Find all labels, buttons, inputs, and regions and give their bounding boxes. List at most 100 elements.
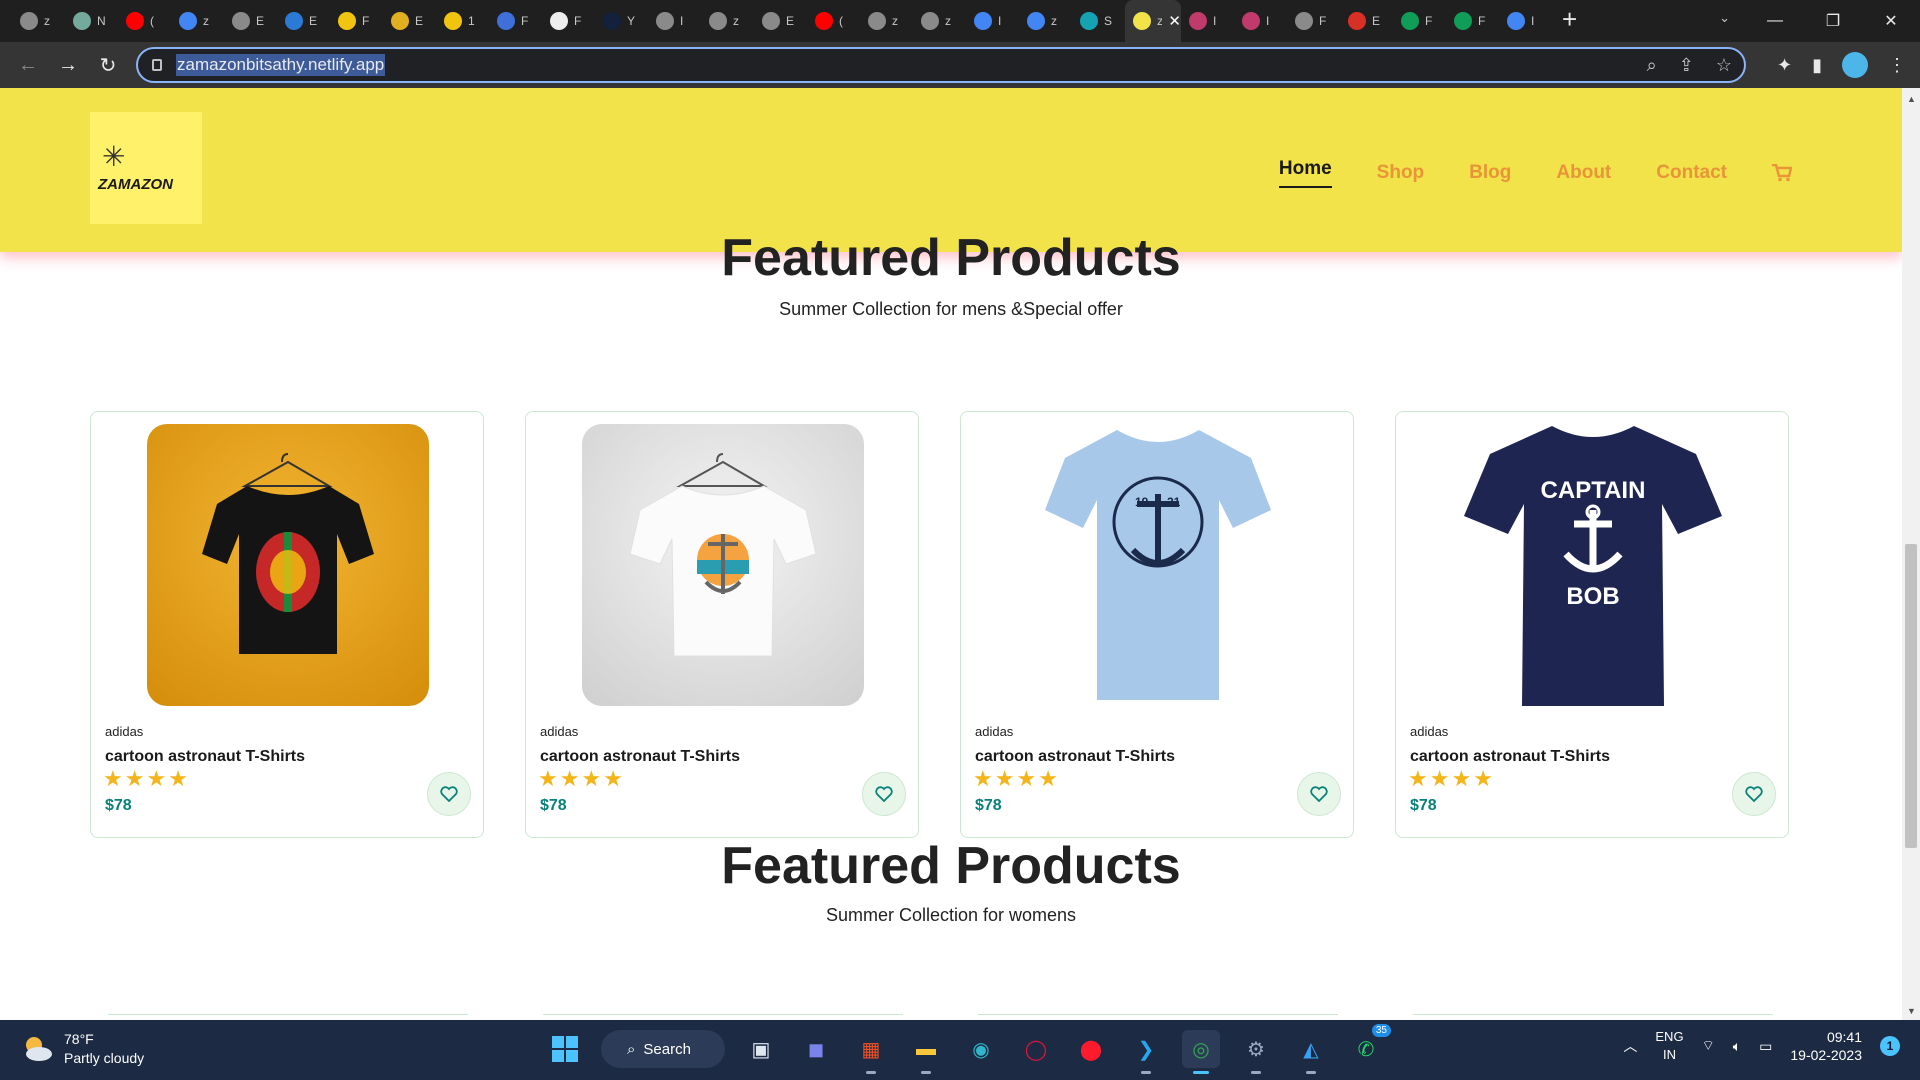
task-view-button[interactable]: ▣ [742, 1030, 780, 1068]
product-card[interactable]: adidas cartoon astronaut T-Shirts ★★★★ $… [525, 411, 919, 838]
browser-tab[interactable]: S [1072, 0, 1125, 42]
browser-tab[interactable]: I [1499, 0, 1552, 42]
browser-tab[interactable]: N [65, 0, 118, 42]
close-tab-icon[interactable]: ✕ [1168, 12, 1181, 30]
file-explorer-button[interactable]: ▬ [907, 1030, 945, 1074]
nav-shop[interactable]: Shop [1377, 162, 1425, 184]
back-button[interactable]: ← [8, 54, 48, 77]
volume-icon[interactable]: 🔈︎ [1733, 1038, 1741, 1055]
tab-favicon [1295, 12, 1313, 30]
language-code: ENG [1655, 1029, 1684, 1044]
weather-widget[interactable]: 78°F Partly cloudy [20, 1030, 144, 1068]
browser-tab[interactable]: F [1446, 0, 1499, 42]
tab-search-icon[interactable]: ⌄ [1719, 10, 1730, 26]
browser-tab[interactable]: z [701, 0, 754, 42]
browser-tab[interactable]: z [12, 0, 65, 42]
whatsapp-button[interactable]: ✆ 35 [1347, 1024, 1391, 1068]
browser-tab[interactable]: F [1393, 0, 1446, 42]
browser-tab[interactable]: z [1019, 0, 1072, 42]
shopping-cart-icon[interactable] [1772, 164, 1792, 182]
product-card[interactable]: CAPTAIN BOB adidas cartoon astronaut T-S… [1395, 411, 1789, 838]
scroll-thumb[interactable] [1905, 544, 1917, 848]
share-icon[interactable]: ⇪ [1679, 55, 1694, 76]
wishlist-button[interactable] [862, 772, 906, 816]
site-logo[interactable]: ✳ ZAMAZON [90, 112, 202, 224]
photos-button[interactable]: ◭ [1292, 1030, 1330, 1074]
address-bar[interactable]: zamazonbitsathy.netlify.app ⌕ ⇪ ☆ [136, 47, 1746, 83]
browser-tab[interactable]: I [1181, 0, 1234, 42]
browser-tab[interactable]: E [754, 0, 807, 42]
browser-tab[interactable]: E [1340, 0, 1393, 42]
browser-tab[interactable]: z [860, 0, 913, 42]
nav-blog[interactable]: Blog [1469, 162, 1511, 184]
battery-icon[interactable]: ▭ [1759, 1038, 1772, 1055]
product-name[interactable]: cartoon astronaut T-Shirts [975, 748, 1175, 766]
teams-chat-button[interactable]: ◼ [797, 1030, 835, 1068]
browser-tab[interactable]: I [648, 0, 701, 42]
minimize-button[interactable]: — [1746, 12, 1804, 30]
browser-tab[interactable]: z [913, 0, 966, 42]
browser-tab[interactable]: F [542, 0, 595, 42]
restore-button[interactable]: ❐ [1804, 11, 1862, 31]
page-scrollbar[interactable]: ▲ ▼ [1902, 88, 1920, 1020]
taskbar-apps: ⌕ Search ▣ ◼ ▦ ▬ ◉ ◯ ⬤ ❯ ◎ ⚙ ◭ ✆ 35 [546, 1024, 1391, 1074]
product-name[interactable]: cartoon astronaut T-Shirts [1410, 748, 1610, 766]
store-button[interactable]: ▦ [852, 1030, 890, 1074]
bookmark-star-icon[interactable]: ☆ [1716, 55, 1732, 76]
profile-avatar[interactable] [1842, 52, 1868, 78]
language-indicator[interactable]: ENG IN [1655, 1028, 1683, 1064]
product-name[interactable]: cartoon astronaut T-Shirts [540, 748, 740, 766]
vscode-button[interactable]: ❯ [1127, 1030, 1165, 1074]
browser-tab[interactable]: I [966, 0, 1019, 42]
extensions-icon[interactable]: ✦ [1777, 55, 1792, 76]
new-tab-button[interactable]: + [1562, 4, 1577, 35]
browser-tab[interactable]: E [383, 0, 436, 42]
url-text[interactable]: zamazonbitsathy.netlify.app [176, 54, 386, 76]
menu-kebab-icon[interactable]: ⋮ [1888, 55, 1906, 76]
browser-tab[interactable]: Y [595, 0, 648, 42]
nav-about[interactable]: About [1556, 162, 1611, 184]
forward-button[interactable]: → [48, 54, 88, 77]
clock[interactable]: 09:41 19-02-2023 [1790, 1028, 1862, 1064]
product-card[interactable]: adidas cartoon astronaut T-Shirts ★★★★ $… [90, 411, 484, 838]
browser-tab[interactable]: E [277, 0, 330, 42]
taskbar-search[interactable]: ⌕ Search [601, 1030, 725, 1068]
wifi-icon[interactable]: ⌔ [1702, 1037, 1715, 1055]
product-image[interactable]: 19 21 [1017, 424, 1299, 706]
browser-tab[interactable]: ( [118, 0, 171, 42]
edge-button[interactable]: ◉ [962, 1030, 1000, 1068]
reload-button[interactable]: ↻ [88, 53, 128, 78]
product-name[interactable]: cartoon astronaut T-Shirts [105, 748, 305, 766]
opera-button[interactable]: ⬤ [1072, 1030, 1110, 1068]
browser-tab[interactable]: ( [807, 0, 860, 42]
tab-active[interactable]: z ✕ [1125, 0, 1181, 42]
close-window-button[interactable]: ✕ [1862, 11, 1920, 31]
wishlist-button[interactable] [1732, 772, 1776, 816]
scroll-up-icon[interactable]: ▲ [1907, 94, 1916, 104]
side-panel-icon[interactable]: ▮ [1812, 55, 1822, 76]
product-image[interactable] [147, 424, 429, 706]
opera-gx-button[interactable]: ◯ [1017, 1030, 1055, 1068]
nav-home[interactable]: Home [1278, 158, 1332, 188]
notification-badge[interactable]: 1 [1880, 1036, 1900, 1056]
chrome-button[interactable]: ◎ [1182, 1030, 1220, 1074]
lock-icon[interactable] [152, 59, 162, 71]
settings-button[interactable]: ⚙ [1237, 1030, 1275, 1074]
browser-tab[interactable]: E [224, 0, 277, 42]
browser-tab[interactable]: F [489, 0, 542, 42]
nav-contact[interactable]: Contact [1656, 162, 1727, 184]
wishlist-button[interactable] [427, 772, 471, 816]
product-image[interactable]: CAPTAIN BOB [1452, 424, 1734, 706]
browser-tab[interactable]: F [330, 0, 383, 42]
zoom-icon[interactable]: ⌕ [1647, 55, 1657, 76]
scroll-down-icon[interactable]: ▼ [1907, 1006, 1916, 1016]
wishlist-button[interactable] [1297, 772, 1341, 816]
browser-tab[interactable]: 1 [436, 0, 489, 42]
product-card[interactable]: 19 21 adidas cartoon astronaut T-Shirts … [960, 411, 1354, 838]
chevron-up-icon[interactable]: ︿ [1623, 1036, 1637, 1056]
start-button[interactable] [546, 1030, 584, 1068]
browser-tab[interactable]: F [1287, 0, 1340, 42]
browser-tab[interactable]: z [171, 0, 224, 42]
browser-tab[interactable]: I [1234, 0, 1287, 42]
product-image[interactable] [582, 424, 864, 706]
